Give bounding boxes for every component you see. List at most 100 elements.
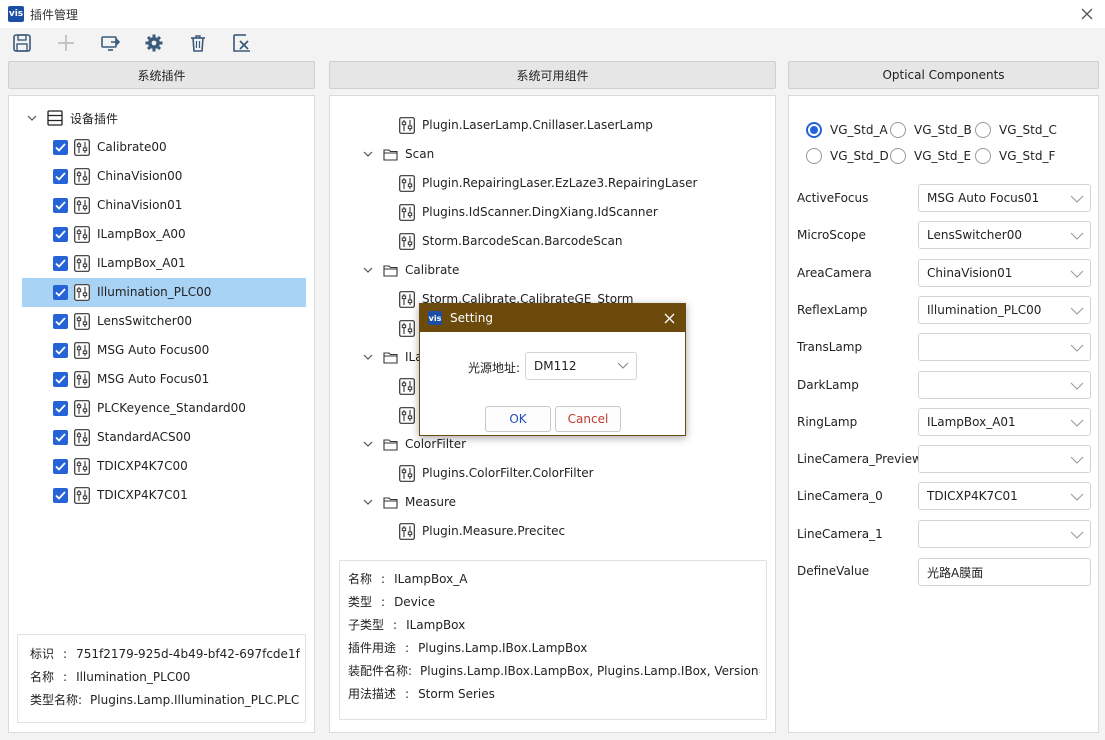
property-label: LineCamera_Preview <box>797 452 922 467</box>
property-select[interactable]: MSG Auto Focus01 <box>918 184 1091 212</box>
define-value-field[interactable]: 光路A膜面 <box>918 558 1091 586</box>
device-plugin-item[interactable]: ILampBox_A00 <box>53 221 186 247</box>
chevron-down-icon <box>1070 342 1084 352</box>
chevron-down-icon <box>1070 193 1084 203</box>
property-select[interactable]: Illumination_PLC00 <box>918 295 1091 324</box>
chevron-down-icon <box>1070 380 1084 390</box>
component-item[interactable]: Plugins.IdScanner.DingXiang.IdScanner <box>399 199 658 225</box>
component-group[interactable]: ILa <box>363 344 423 370</box>
component-group[interactable]: Measure <box>363 489 456 515</box>
vg-std-radio[interactable]: VG_Std_F <box>975 148 1055 164</box>
plugin-label: StandardACS00 <box>97 430 191 444</box>
plugin-label: Illumination_PLC00 <box>97 285 212 299</box>
dialog-close-button[interactable] <box>661 310 677 326</box>
property-label: LineCamera_0 <box>797 489 883 504</box>
property-label: ActiveFocus <box>797 191 869 205</box>
component-item[interactable]: Plugin.Measure.Precitec <box>399 518 565 544</box>
plugin-label: MSG Auto Focus01 <box>97 372 210 386</box>
tree-root-devices[interactable]: 设备插件 <box>27 105 118 131</box>
vg-std-radio[interactable]: VG_Std_C <box>975 122 1057 138</box>
delete-button[interactable] <box>187 32 209 54</box>
add-button[interactable] <box>55 32 77 54</box>
radio-dot[interactable] <box>806 148 822 164</box>
plugin-checkbox[interactable] <box>53 284 68 300</box>
plugin-checkbox[interactable] <box>53 168 68 184</box>
device-plugin-item[interactable]: MSG Auto Focus00 <box>53 337 209 363</box>
plugin-checkbox[interactable] <box>53 342 68 358</box>
device-plugin-item[interactable]: TDICXP4K7C01 <box>53 482 188 508</box>
light-address-select[interactable]: DM112 <box>525 352 637 380</box>
cancel-button[interactable]: Cancel <box>555 406 621 432</box>
component-item[interactable]: Plugin.LaserLamp.Cnillaser.LaserLamp <box>399 112 653 138</box>
plugin-checkbox[interactable] <box>53 226 68 242</box>
component-item[interactable]: Storm.BarcodeScan.BarcodeScan <box>399 228 622 254</box>
plugin-checkbox[interactable] <box>53 487 68 503</box>
property-select[interactable]: ILampBox_A01 <box>918 407 1091 436</box>
device-plugin-item[interactable]: StandardACS00 <box>53 424 191 450</box>
save-icon <box>13 34 31 52</box>
device-plugin-item[interactable]: TDICXP4K7C00 <box>53 453 188 479</box>
property-select[interactable]: LensSwitcher00 <box>918 221 1091 250</box>
radio-dot[interactable] <box>890 148 906 164</box>
radio-dot[interactable] <box>975 122 991 138</box>
property-select[interactable] <box>918 370 1091 399</box>
chevron-down-icon <box>1070 454 1084 464</box>
plugin-checkbox[interactable] <box>53 255 68 271</box>
property-select[interactable]: TDICXP4K7C01 <box>918 482 1091 511</box>
device-plugin-item[interactable]: ChinaVision00 <box>53 163 182 189</box>
property-select[interactable] <box>918 519 1091 548</box>
plugin-label: LensSwitcher00 <box>97 314 192 328</box>
property-select[interactable] <box>918 333 1091 362</box>
info-label: 类型 <box>348 595 373 609</box>
component-info-row: 装配件名称: Plugins.Lamp.IBox.LampBox, Plugins… <box>348 662 760 679</box>
plugin-checkbox[interactable] <box>53 197 68 213</box>
plugin-checkbox[interactable] <box>53 139 68 155</box>
device-plugin-item[interactable]: ILampBox_A01 <box>53 250 186 276</box>
device-plugin-item[interactable]: ChinaVision01 <box>53 192 182 218</box>
plugin-checkbox[interactable] <box>53 458 68 474</box>
component-item[interactable]: Plugins.ColorFilter.ColorFilter <box>399 460 594 486</box>
ok-button[interactable]: OK <box>485 406 551 432</box>
device-plugin-item[interactable]: LensSwitcher00 <box>53 308 192 334</box>
dialog-title: Setting <box>450 311 493 325</box>
vg-std-radio[interactable]: VG_Std_E <box>890 148 971 164</box>
vg-std-radio[interactable]: VG_Std_A <box>806 122 888 138</box>
plugin-icon <box>74 428 90 446</box>
component-info-row: 类型: Device <box>348 593 760 610</box>
import-button[interactable] <box>99 32 121 54</box>
vg-std-radio[interactable]: VG_Std_B <box>890 122 972 138</box>
info-label: 用法描述 <box>348 687 397 701</box>
plugin-checkbox[interactable] <box>53 371 68 387</box>
available-components-header[interactable]: 系统可用组件 <box>329 61 776 89</box>
component-label: Plugins.IdScanner.DingXiang.IdScanner <box>422 205 658 219</box>
radio-dot[interactable] <box>806 122 822 138</box>
plugin-checkbox[interactable] <box>53 313 68 329</box>
vg-std-radio[interactable]: VG_Std_D <box>806 148 889 164</box>
device-plugin-item[interactable]: PLCKeyence_Standard00 <box>53 395 246 421</box>
radio-dot[interactable] <box>975 148 991 164</box>
clear-button[interactable] <box>231 32 253 54</box>
component-group[interactable]: Calibrate <box>363 257 459 283</box>
system-plugins-header[interactable]: 系统插件 <box>8 61 315 89</box>
device-plugin-item[interactable]: MSG Auto Focus01 <box>53 366 209 392</box>
radio-dot[interactable] <box>890 122 906 138</box>
tree-root-label: 设备插件 <box>70 111 119 126</box>
device-plugin-item[interactable]: Calibrate00 <box>53 134 167 160</box>
component-item[interactable]: Plugin.RepairingLaser.EzLaze3.RepairingL… <box>399 170 697 196</box>
plugin-name-row: 名称: Illumination_PLC00 <box>30 670 191 684</box>
plugin-checkbox[interactable] <box>53 400 68 416</box>
optical-components-header[interactable]: Optical Components <box>788 61 1099 89</box>
device-plugin-item[interactable]: Illumination_PLC00 <box>53 279 211 305</box>
plugin-label: ILampBox_A01 <box>97 256 186 270</box>
radio-label: VG_Std_B <box>914 123 972 137</box>
component-group[interactable]: Scan <box>363 141 434 167</box>
plugin-info-box: 标识:751f2179-925d-4b49-bf42-697fcde1f74 名… <box>17 634 306 723</box>
property-select[interactable]: ChinaVision01 <box>918 258 1091 287</box>
plugin-type-label: 类型名称: <box>30 693 83 707</box>
settings-button[interactable] <box>143 32 165 54</box>
plugin-checkbox[interactable] <box>53 429 68 445</box>
window-close-button[interactable] <box>1077 4 1097 24</box>
property-select[interactable] <box>918 445 1091 474</box>
save-button[interactable] <box>11 32 33 54</box>
component-label: Plugin.LaserLamp.Cnillaser.LaserLamp <box>422 118 653 132</box>
